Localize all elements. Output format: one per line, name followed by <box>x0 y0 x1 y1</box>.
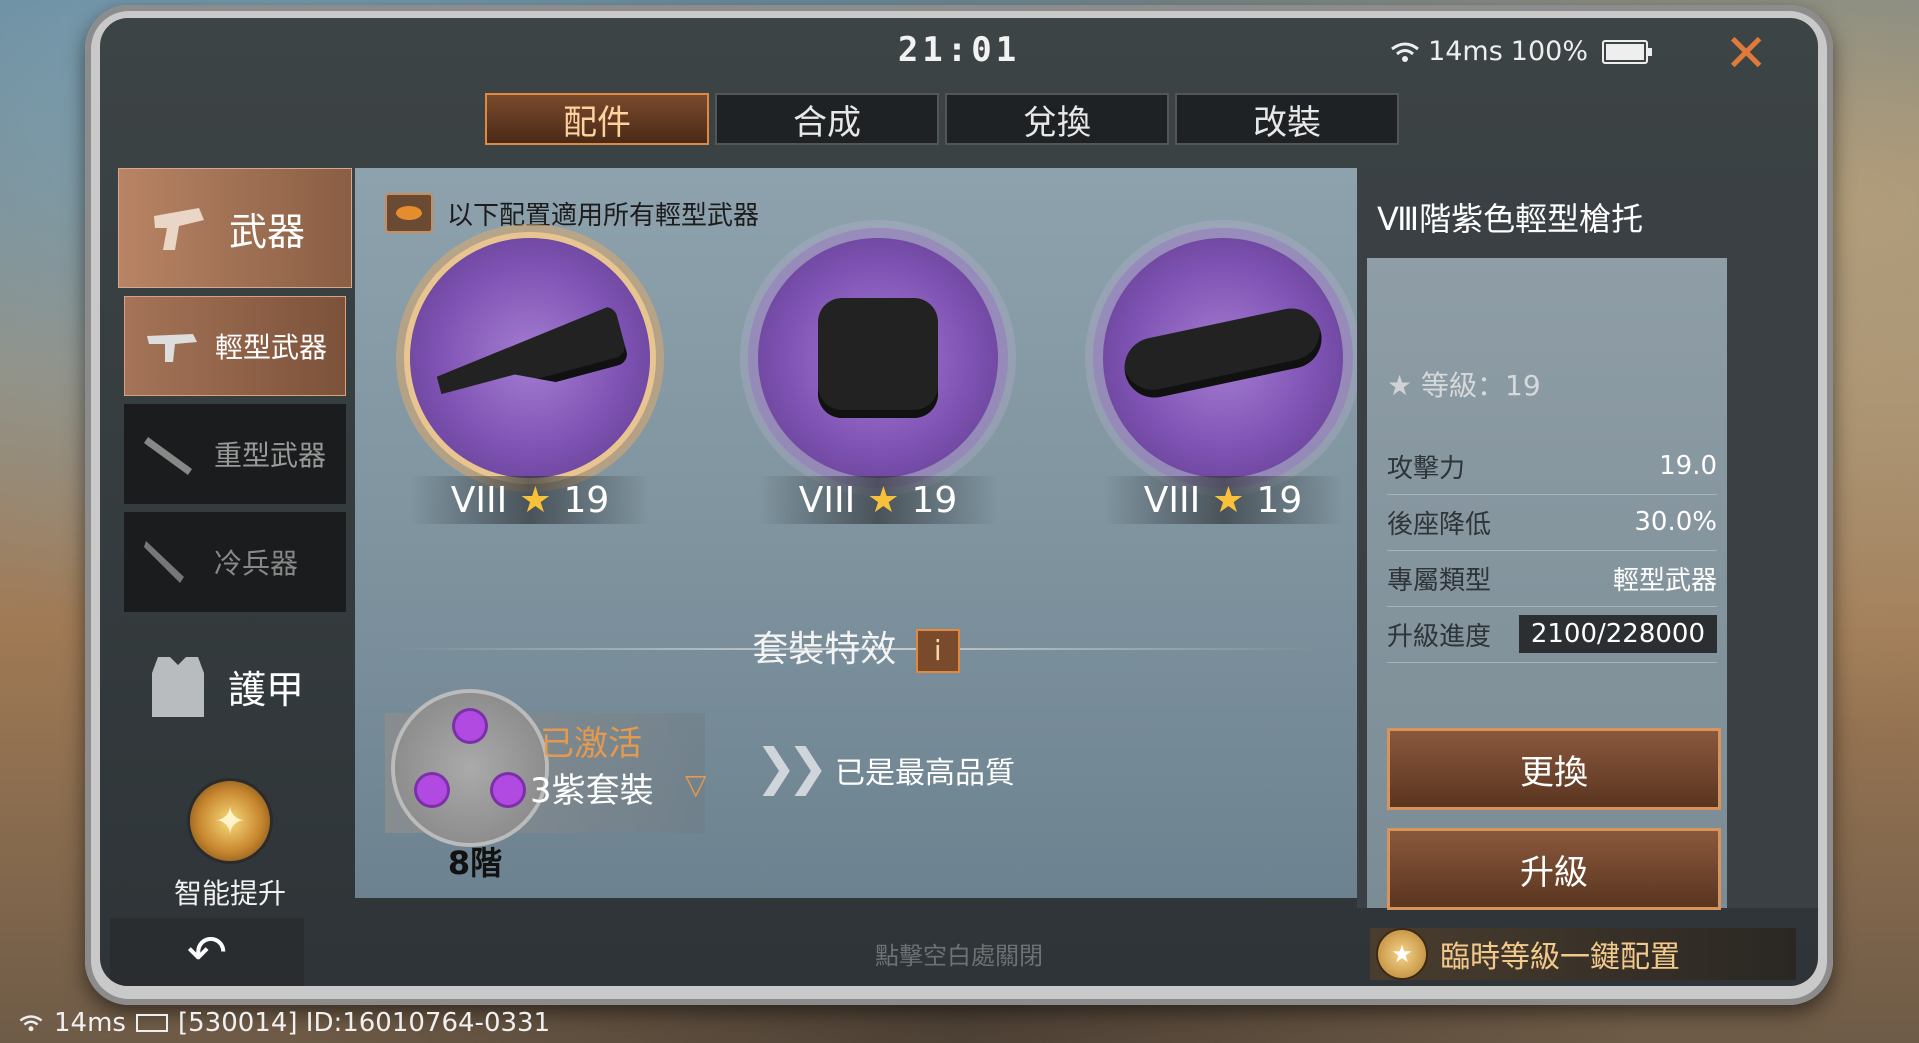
slot-level-value: 19 <box>1256 479 1303 521</box>
tab-synthesis[interactable]: 合成 <box>715 93 939 145</box>
category-weapon-label: 武器 <box>229 209 306 254</box>
accessory-panel: 21:01 14ms 100% ✕ 配件 合成 兌換 改裝 武器 輕型武器 重型… <box>100 18 1818 986</box>
smg-icon <box>147 334 197 362</box>
config-note: 以下配置適用所有輕型武器 <box>385 193 759 233</box>
set-effect-label: 套裝特效 <box>752 629 897 670</box>
slot-tier: VIII <box>798 479 856 521</box>
category-armor-label: 護甲 <box>228 667 305 712</box>
close-button[interactable]: ✕ <box>1724 24 1768 84</box>
tab-bar: 配件 合成 兌換 改裝 <box>485 93 1399 145</box>
accessory-slots-area: 以下配置適用所有輕型武器 VIII ★ 19 VIII ★ 19 VIII ★ … <box>355 168 1357 898</box>
stat-label: 專屬類型 <box>1387 565 1492 596</box>
battery-icon <box>135 1014 168 1032</box>
smart-upgrade-button[interactable]: ✦ 智能提升 <box>150 778 310 912</box>
subcategory-melee-label: 冷兵器 <box>214 547 299 580</box>
slot-stock[interactable]: VIII ★ 19 <box>390 238 670 524</box>
smart-upgrade-label: 智能提升 <box>173 877 286 910</box>
slot-grip[interactable]: VIII ★ 19 <box>738 238 1018 524</box>
item-stats: ★ 等級：19 攻擊力 19.0 後座降低 30.0% 專屬類型 輕型武器 升級… <box>1367 258 1727 910</box>
item-detail-panel: Ⅷ階紫色輕型槍托 ★ 等級：19 攻擊力 19.0 後座降低 30.0% 專屬類… <box>1357 168 1818 910</box>
wifi-icon <box>19 1015 43 1032</box>
slot-level: VIII ★ 19 <box>758 476 998 524</box>
pistol-icon <box>154 208 204 250</box>
chevron-down-icon[interactable]: ▽ <box>685 768 707 801</box>
item-title: Ⅷ階紫色輕型槍托 <box>1377 200 1644 238</box>
wifi-icon <box>1391 42 1419 62</box>
stat-label: 升級進度 <box>1387 621 1492 652</box>
bottom-bar: ↶ 點擊空白處關閉 ★ 臨時等級一鍵配置 <box>100 918 1818 986</box>
player-id: [530014] ID:16010764-0331 <box>177 1008 551 1038</box>
stat-value: 輕型武器 <box>1612 565 1717 596</box>
stat-row: 專屬類型 輕型武器 <box>1387 550 1717 607</box>
tab-modify[interactable]: 改裝 <box>1175 93 1399 145</box>
stat-row: 攻擊力 19.0 <box>1387 438 1717 495</box>
ping-text: 14ms <box>1428 36 1503 67</box>
set-grade: 8階 <box>447 844 503 882</box>
stat-label: 攻擊力 <box>1387 453 1466 484</box>
footer-ping: 14ms <box>54 1008 126 1038</box>
double-chevron-right-icon: ❯❯ <box>755 738 829 796</box>
rocket-launcher-icon <box>144 437 192 475</box>
slot-level-value: 19 <box>563 479 610 521</box>
battery-text: 100% <box>1510 36 1588 67</box>
item-grade: ★ 等級：19 <box>1387 364 1541 404</box>
tab-exchange[interactable]: 兌換 <box>945 93 1169 145</box>
grip-icon <box>818 298 938 418</box>
item-grade-text: 等級：19 <box>1421 369 1541 402</box>
tab-accessories[interactable]: 配件 <box>485 93 709 145</box>
config-note-text: 以下配置適用所有輕型武器 <box>447 200 760 231</box>
category-armor[interactable]: 護甲 <box>118 626 352 746</box>
max-quality-text: 已是最高品質 <box>835 756 1015 791</box>
set-emblem-icon <box>395 693 545 843</box>
slot-level-value: 19 <box>911 479 958 521</box>
armor-vest-icon <box>152 657 204 717</box>
battery-icon <box>1602 39 1652 64</box>
slot-level: VIII ★ 19 <box>1103 476 1343 524</box>
stat-value: 30.0% <box>1634 507 1717 537</box>
star-icon: ★ <box>519 479 552 521</box>
star-coin-icon: ★ <box>1376 928 1428 980</box>
subcategory-heavy-weapon[interactable]: 重型武器 <box>124 404 346 504</box>
star-icon: ★ <box>1387 369 1413 402</box>
slot-tier: VIII <box>450 479 508 521</box>
slot-level: VIII ★ 19 <box>410 476 650 524</box>
stat-row: 後座降低 30.0% <box>1387 494 1717 551</box>
upgrade-button[interactable]: 升級 <box>1387 828 1721 910</box>
stat-value: 19.0 <box>1659 451 1717 481</box>
category-weapon[interactable]: 武器 <box>118 168 352 288</box>
star-icon: ★ <box>1212 479 1245 521</box>
quick-config-label: 臨時等級一鍵配置 <box>1440 940 1680 975</box>
status-indicators: 14ms 100% <box>1390 36 1652 67</box>
subcategory-light-weapon[interactable]: 輕型武器 <box>124 296 346 396</box>
subcategory-melee[interactable]: 冷兵器 <box>124 512 346 612</box>
quick-config-button[interactable]: ★ 臨時等級一鍵配置 <box>1370 928 1796 980</box>
category-sidebar: 武器 輕型武器 重型武器 冷兵器 護甲 ✦ 智能提升 <box>110 168 352 968</box>
top-bar: 21:01 14ms 100% ✕ 配件 合成 兌換 改裝 <box>100 18 1818 168</box>
stat-row: 升級進度 2100/228000 <box>1387 606 1717 663</box>
subcategory-heavy-label: 重型武器 <box>214 439 327 472</box>
star-icon: ★ <box>867 479 900 521</box>
info-button[interactable]: i <box>915 629 960 673</box>
eye-icon[interactable] <box>385 193 433 233</box>
knife-icon <box>144 541 184 583</box>
stat-label: 後座降低 <box>1387 509 1492 540</box>
lightbulb-icon: ✦ <box>187 778 273 864</box>
set-status: 已激活 <box>540 724 642 764</box>
replace-button[interactable]: 更換 <box>1387 728 1721 810</box>
upgrade-progress: 2100/228000 <box>1518 615 1717 653</box>
set-effect-title: 套裝特效 i <box>355 620 1357 673</box>
slot-muzzle[interactable]: VIII ★ 19 <box>1083 238 1363 524</box>
subcategory-light-label: 輕型武器 <box>215 331 328 364</box>
footer-status: 14ms [530014] ID:16010764-0331 <box>18 1008 550 1038</box>
slot-tier: VIII <box>1143 479 1201 521</box>
set-name: 3紫套裝 <box>530 771 654 811</box>
